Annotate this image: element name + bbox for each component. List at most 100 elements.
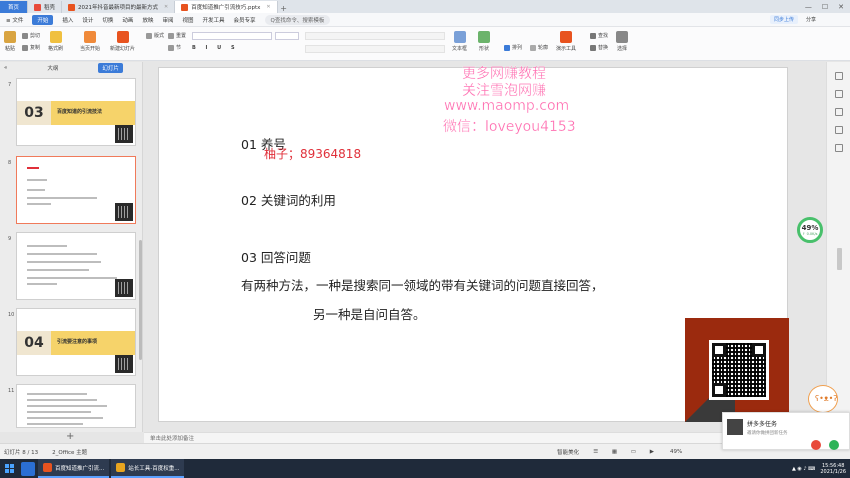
accept-icon[interactable] — [829, 440, 839, 450]
menu-design[interactable]: 设计 — [82, 16, 93, 24]
tray-icons[interactable]: ▲ ◉ ♪ ⌨ — [792, 466, 815, 472]
tab-outline[interactable]: 大纲 — [47, 64, 58, 72]
cloud-sync-button[interactable]: 同步上传 — [769, 15, 798, 24]
find-button[interactable]: 查找 — [590, 32, 608, 39]
new-slide-button[interactable]: 新建幻灯片 — [110, 31, 135, 52]
tab-doc1[interactable]: 2021年抖音最新项目的最新方式 ✕ — [62, 1, 176, 13]
docer-icon — [34, 3, 41, 11]
maximize-icon[interactable]: ☐ — [822, 3, 828, 11]
view-mode-buttons[interactable]: ☰ ▦ ▭ ▶ — [593, 449, 660, 455]
slide-text-3[interactable]: 03 回答问题 — [241, 247, 311, 266]
slide-text-2[interactable]: 02 关键词的利用 — [241, 190, 336, 209]
copy-icon — [22, 44, 28, 51]
search-icon — [590, 32, 596, 39]
notification-popup[interactable]: 拼多多任务 邀请你做拼团新任务 — [722, 412, 850, 450]
close-icon[interactable]: ✕ — [164, 4, 168, 10]
format-painter-button[interactable]: 格式刷 — [48, 31, 63, 52]
cursor-icon — [616, 31, 628, 43]
tab-doc2[interactable]: 百度知道推广引流技巧.pptx ✕ — [175, 1, 278, 13]
theme-name: 2_Office 主题 — [52, 449, 88, 456]
minimize-icon[interactable]: — — [805, 3, 812, 11]
menu-developer[interactable]: 开发工具 — [202, 16, 224, 24]
menu-insert[interactable]: 插入 — [62, 16, 73, 24]
slide-text-4[interactable]: 有两种方法，一种是搜索同一领域的带有关键词的问题直接回答， — [241, 275, 604, 294]
font-name-select[interactable] — [192, 32, 272, 40]
slide-red-text[interactable]: 柚子；89364818 — [264, 145, 361, 162]
layout-button[interactable]: 版式 — [146, 32, 164, 39]
taskbar: 百度知道推广引流... 站长工具-百度权重... — [0, 459, 850, 478]
slide-number: 9 — [8, 236, 12, 242]
mascot-icon[interactable]: ʕ•ᴥ•ʔ — [808, 385, 838, 413]
font-size-select[interactable] — [275, 32, 299, 40]
command-search[interactable]: Q查找命令、搜索模板 — [264, 14, 331, 25]
menu-animation[interactable]: 动画 — [122, 16, 133, 24]
panel-header: « 大纲 幻灯片 — [0, 62, 142, 74]
close-icon[interactable]: ✕ — [266, 4, 270, 10]
taskbar-app-ppt[interactable]: 百度知道推广引流... — [38, 459, 110, 478]
start-button[interactable] — [0, 459, 18, 478]
transition-icon[interactable] — [835, 126, 843, 134]
avatar — [727, 419, 743, 435]
file-menu[interactable]: ≡ 文件 — [6, 16, 23, 24]
clock[interactable]: 15:56:48 2021/1/26 — [820, 463, 846, 475]
new-slide-icon — [116, 31, 129, 43]
replace-button[interactable]: 替换 — [590, 44, 608, 51]
slide-thumbnail-7[interactable]: 03 百度知道的引流技法 — [16, 78, 136, 146]
menu-slideshow[interactable]: 放映 — [142, 16, 153, 24]
qr-code — [115, 203, 133, 221]
close-window-icon[interactable]: ✕ — [838, 3, 844, 11]
menu-start[interactable]: 开始 — [32, 14, 54, 25]
animation-icon[interactable] — [835, 108, 843, 116]
collapse-icon[interactable]: « — [4, 65, 7, 71]
slide-text-5[interactable]: 另一种是自问自答。 — [313, 304, 426, 323]
textbox-button[interactable]: 文本框 — [452, 31, 467, 52]
ppt-icon — [43, 463, 52, 472]
zoom-level[interactable]: 49% — [670, 449, 682, 455]
new-tab-button[interactable]: + — [278, 4, 290, 13]
property-icon[interactable] — [835, 72, 843, 80]
add-slide-button[interactable]: + — [66, 431, 74, 442]
section-button[interactable]: 节 — [168, 44, 181, 51]
shape-button[interactable]: 形状 — [478, 31, 490, 52]
tab-thumbnails[interactable]: 幻灯片 — [98, 63, 123, 73]
hangup-icon[interactable] — [811, 440, 821, 450]
speed-indicator: 49% ↑ 0.0K/s — [797, 217, 823, 243]
watermark-line-4: 微信：loveyou4153 — [443, 119, 576, 135]
reset-button[interactable]: 重置 — [168, 32, 186, 39]
copy-button[interactable]: 复制 — [22, 44, 40, 51]
taskbar-app-browser[interactable]: 站长工具-百度权重... — [111, 459, 185, 478]
presentation-tools-button[interactable]: 演示工具 — [556, 31, 576, 52]
slide-thumbnail-11[interactable] — [16, 384, 136, 428]
play-current-button[interactable]: 当页开始 — [80, 31, 100, 52]
select-button[interactable]: 选择 — [616, 31, 628, 52]
presentation-icon — [560, 31, 572, 43]
font-style-buttons[interactable]: B I U S — [192, 45, 239, 51]
slide-thumbnail-10[interactable]: 04 引流要注意的事项 — [16, 308, 136, 376]
cut-button[interactable]: 剪切 — [22, 32, 40, 39]
watermark-line-2: 关注雪泡网赚 — [462, 83, 546, 99]
slide-thumbnail-9[interactable] — [16, 232, 136, 300]
backup-icon[interactable] — [835, 144, 843, 152]
paragraph-tools[interactable] — [305, 32, 445, 40]
replace-icon — [590, 44, 596, 51]
menu-review[interactable]: 审阅 — [162, 16, 173, 24]
tab-home[interactable]: 首页 — [0, 1, 28, 13]
smart-beautify-button[interactable]: 智能美化 — [557, 448, 579, 456]
arrange-icon — [504, 44, 510, 51]
alignment-tools[interactable] — [305, 45, 445, 53]
browser-app-icon — [116, 463, 126, 472]
design-icon[interactable] — [835, 90, 843, 98]
browser-icon[interactable] — [21, 461, 35, 476]
slide-thumbnail-8[interactable] — [16, 156, 136, 224]
arrange-button[interactable]: 排列 — [504, 44, 522, 51]
panel-scrollbar[interactable] — [139, 240, 142, 360]
outline-button[interactable]: 轮廓 — [530, 44, 548, 51]
tab-docer[interactable]: 稻壳 — [28, 1, 63, 13]
share-button[interactable]: 分享 — [806, 16, 816, 23]
canvas-scrollbar[interactable] — [837, 248, 842, 270]
paste-button[interactable]: 粘贴 — [4, 31, 16, 52]
menu-view[interactable]: 视图 — [182, 16, 193, 24]
slide-number: 8 — [8, 160, 12, 166]
menu-member[interactable]: 会员专享 — [234, 16, 256, 24]
menu-transition[interactable]: 切换 — [102, 16, 113, 24]
